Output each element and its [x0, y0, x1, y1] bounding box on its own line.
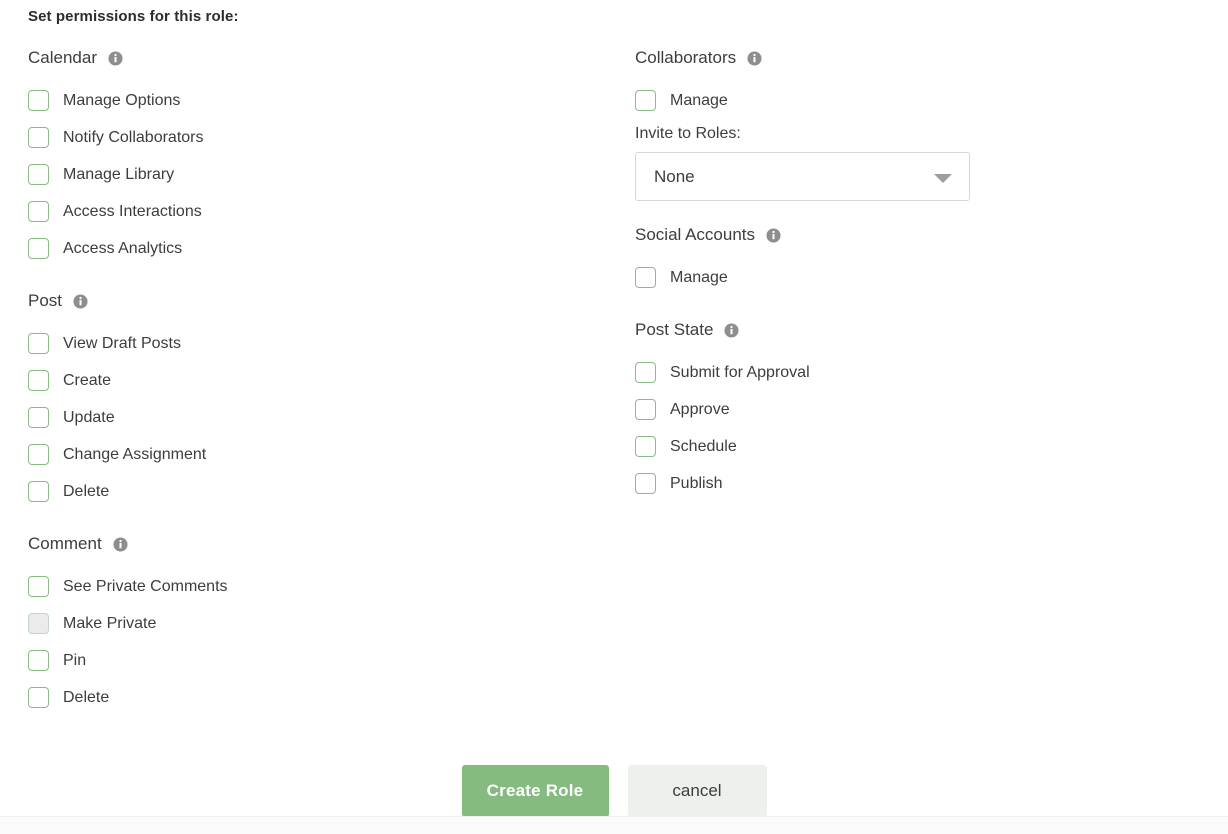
group-header: Social Accounts [635, 223, 1195, 247]
checkbox-label: Change Assignment [63, 445, 207, 463]
info-icon[interactable] [73, 293, 88, 309]
checkbox-label: Access Analytics [63, 239, 183, 257]
checkbox-submit-for-approval[interactable] [635, 362, 656, 383]
checkbox-delete[interactable] [28, 481, 49, 502]
permission-row-see-private-comments[interactable]: See Private Comments [28, 568, 608, 605]
page-title: Set permissions for this role: [28, 8, 239, 25]
permission-group-collaborators: Collaborators Manage Invite to Roles: None [635, 46, 1195, 201]
permission-row-notify-collaborators[interactable]: Notify Collaborators [28, 119, 608, 156]
checkbox-label: Submit for Approval [670, 363, 810, 381]
checkbox-make-private [28, 613, 49, 634]
info-icon[interactable] [724, 322, 739, 338]
group-header: Collaborators [635, 46, 1195, 70]
checkbox-label: Update [63, 408, 115, 426]
checkbox-manage[interactable] [635, 90, 656, 111]
info-icon[interactable] [766, 227, 781, 243]
checkbox-label: Access Interactions [63, 202, 202, 220]
permission-row-manage-library[interactable]: Manage Library [28, 156, 608, 193]
permission-row-view-draft-posts[interactable]: View Draft Posts [28, 325, 608, 362]
checkbox-schedule[interactable] [635, 436, 656, 457]
permission-group-post: Post View Draft Posts Create Update Change A… [28, 289, 608, 510]
checkbox-manage-options[interactable] [28, 90, 49, 111]
permission-row-manage[interactable]: Manage [635, 259, 1195, 296]
permissions-column-right: Collaborators Manage Invite to Roles: None S… [635, 46, 1195, 524]
group-header: Post [28, 289, 608, 313]
create-role-button[interactable]: Create Role [461, 765, 609, 817]
checkbox-label: Publish [670, 474, 723, 492]
group-header: Comment [28, 532, 608, 556]
permission-row-publish[interactable]: Publish [635, 465, 1195, 502]
checkbox-label: Approve [670, 400, 730, 418]
checkbox-pin[interactable] [28, 650, 49, 671]
checkbox-notify-collaborators[interactable] [28, 127, 49, 148]
checkbox-label: Create [63, 371, 112, 389]
permission-row-pin[interactable]: Pin [28, 642, 608, 679]
checkbox-change-assignment[interactable] [28, 444, 49, 465]
permission-row-make-private: Make Private [28, 605, 608, 642]
group-title: Collaborators [635, 48, 737, 67]
checkbox-access-analytics[interactable] [28, 238, 49, 259]
checkbox-label: Schedule [670, 437, 737, 455]
checkbox-see-private-comments[interactable] [28, 576, 49, 597]
checkbox-label: Manage [670, 268, 728, 286]
checkbox-approve[interactable] [635, 399, 656, 420]
permission-group-social-accounts: Social Accounts Manage [635, 223, 1195, 296]
cancel-button[interactable]: cancel [627, 765, 767, 817]
checkbox-label: Delete [63, 482, 110, 500]
permissions-column-left: Calendar Manage Options Notify Collaborato… [28, 46, 608, 738]
permission-row-delete[interactable]: Delete [28, 679, 608, 716]
checkbox-view-draft-posts[interactable] [28, 333, 49, 354]
checkbox-label: Notify Collaborators [63, 128, 204, 146]
permission-row-create[interactable]: Create [28, 362, 608, 399]
form-actions: Create Role cancel [0, 765, 1228, 817]
checkbox-label: Make Private [63, 614, 157, 632]
chevron-down-icon[interactable] [934, 173, 952, 183]
checkbox-label: Manage Options [63, 91, 181, 109]
checkbox-label: Manage [670, 91, 728, 109]
checkbox-publish[interactable] [635, 473, 656, 494]
permission-row-access-analytics[interactable]: Access Analytics [28, 230, 608, 267]
info-icon[interactable] [108, 50, 123, 66]
group-title: Post [28, 291, 63, 310]
permission-group-comment: Comment See Private Comments Make Private P… [28, 532, 608, 716]
invite-to-roles-select[interactable]: None [635, 152, 970, 201]
permission-row-manage-options[interactable]: Manage Options [28, 82, 608, 119]
permission-row-submit-for-approval[interactable]: Submit for Approval [635, 354, 1195, 391]
group-title: Comment [28, 534, 102, 553]
checkbox-label: Pin [63, 651, 87, 669]
group-header: Calendar [28, 46, 608, 70]
checkbox-label: View Draft Posts [63, 334, 181, 352]
permission-row-delete[interactable]: Delete [28, 473, 608, 510]
permission-row-update[interactable]: Update [28, 399, 608, 436]
select-label-invite-to-roles: Invite to Roles: [635, 125, 741, 142]
permission-group-post-state: Post State Submit for Approval Approve Sche… [635, 318, 1195, 502]
checkbox-label: See Private Comments [63, 577, 228, 595]
checkbox-delete[interactable] [28, 687, 49, 708]
permission-row-approve[interactable]: Approve [635, 391, 1195, 428]
checkbox-manage[interactable] [635, 267, 656, 288]
permission-row-change-assignment[interactable]: Change Assignment [28, 436, 608, 473]
permission-row-schedule[interactable]: Schedule [635, 428, 1195, 465]
info-icon[interactable] [747, 50, 762, 66]
permission-row-manage[interactable]: Manage [635, 82, 1195, 119]
checkbox-update[interactable] [28, 407, 49, 428]
permission-group-calendar: Calendar Manage Options Notify Collaborato… [28, 46, 608, 267]
checkbox-manage-library[interactable] [28, 164, 49, 185]
group-title: Social Accounts [635, 225, 756, 244]
info-icon[interactable] [113, 536, 128, 552]
bottom-band [0, 816, 1228, 834]
group-title: Calendar [28, 48, 97, 67]
checkbox-label: Manage Library [63, 165, 175, 183]
checkbox-label: Delete [63, 688, 110, 706]
group-header: Post State [635, 318, 1195, 342]
group-title: Post State [635, 320, 714, 339]
select-value: None [654, 166, 695, 186]
checkbox-create[interactable] [28, 370, 49, 391]
permission-row-access-interactions[interactable]: Access Interactions [28, 193, 608, 230]
checkbox-access-interactions[interactable] [28, 201, 49, 222]
